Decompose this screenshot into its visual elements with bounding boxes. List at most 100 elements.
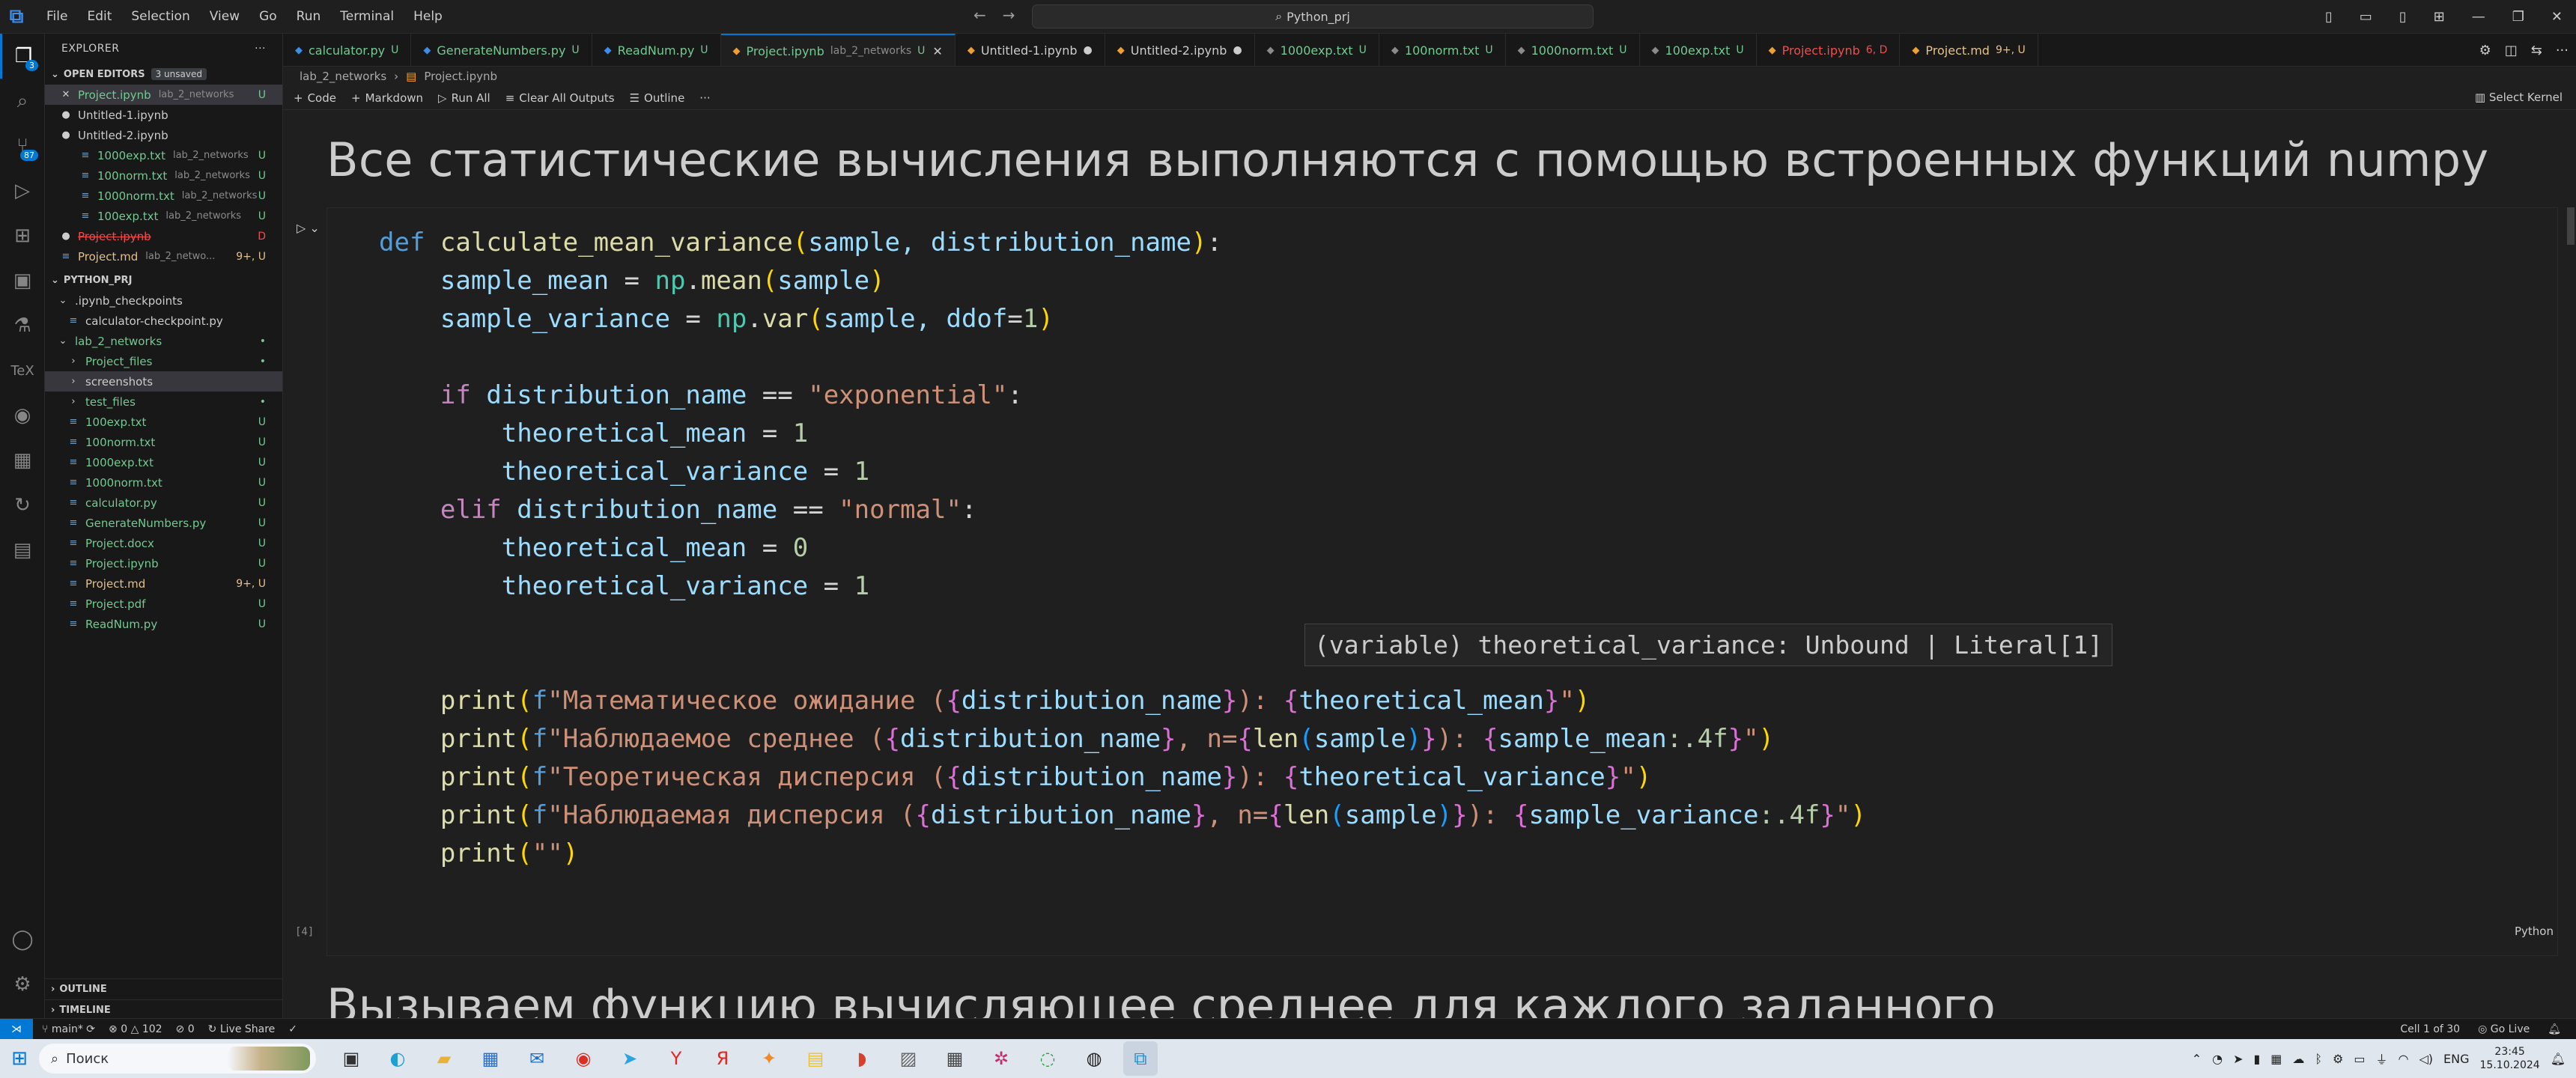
settings-gear-icon[interactable]: ⚙ [2479, 43, 2491, 58]
editor-scrollbar[interactable] [2566, 110, 2576, 1018]
editor-tab[interactable]: ◆ Untitled-1.ipynb ● [956, 34, 1105, 66]
tree-folder[interactable]: › Project_files • [45, 351, 282, 371]
ports-item[interactable]: ⊘ 0 [176, 1023, 195, 1035]
editor-tab[interactable]: ◆ 100norm.txt U [1379, 34, 1506, 66]
branch-item[interactable]: ⑂ main* ⟳ [42, 1023, 95, 1035]
tex-icon[interactable]: TeX [0, 348, 45, 393]
editor-tab[interactable]: ◆ 100exp.txt U [1640, 34, 1757, 66]
run-cell-icon[interactable]: ▷ ⌄ [297, 221, 320, 235]
outline-button[interactable]: ☰ Outline [630, 91, 685, 105]
problems-item[interactable]: ⊗ 0 △ 102 [109, 1023, 162, 1035]
chrome-icon[interactable]: ◉ [566, 1041, 601, 1076]
breadcrumb-file[interactable]: Project.ipynb [424, 70, 497, 83]
tray-settings-icon[interactable]: ⚙ [2333, 1052, 2343, 1066]
editor-tab[interactable]: ◆ 1000norm.txt U [1506, 34, 1640, 66]
tree-file[interactable]: ≡ 1000norm.txt U [45, 472, 282, 493]
testing-icon[interactable]: ⚗ [0, 303, 45, 348]
run-debug-icon[interactable]: ▷ [0, 168, 45, 213]
breadcrumb-folder[interactable]: lab_2_networks [300, 70, 386, 83]
menu-file[interactable]: File [39, 6, 75, 27]
account-icon[interactable]: ◯ [0, 917, 45, 962]
more-tabs-icon[interactable]: ··· [2556, 43, 2569, 58]
add-code-button[interactable]: + Code [294, 91, 336, 105]
cell-position[interactable]: Cell 1 of 30 [2400, 1023, 2460, 1035]
toggle-sidebar-icon[interactable]: ▯ [2312, 9, 2346, 25]
menu-go[interactable]: Go [252, 6, 285, 27]
explorer-icon[interactable]: ❐ 3 [0, 34, 45, 79]
outline-section[interactable]: › OUTLINE [45, 978, 283, 999]
file-explorer-icon[interactable]: ▰ [427, 1041, 461, 1076]
search-view-icon[interactable]: ⌕ [0, 79, 45, 124]
menu-edit[interactable]: Edit [79, 6, 119, 27]
refresh-app-icon[interactable]: ◌ [1030, 1041, 1065, 1076]
tray-grid-icon[interactable]: ▦ [2270, 1052, 2282, 1066]
timeline-section[interactable]: › TIMELINE [45, 999, 283, 1020]
open-editors-section[interactable]: ⌄ OPEN EDITORS 3 unsaved [45, 64, 282, 85]
tray-telegram-icon[interactable]: ➤ [2233, 1052, 2243, 1066]
forward-arrow-icon[interactable]: → [1003, 6, 1015, 24]
notification-bell-icon[interactable]: 🔔︎ [2551, 1052, 2566, 1066]
menu-terminal[interactable]: Terminal [332, 6, 401, 27]
compare-icon[interactable]: ⇆ [2531, 43, 2542, 58]
toggle-secondary-sidebar-icon[interactable]: ▯ [2386, 9, 2420, 25]
mail-app-icon[interactable]: ✦ [752, 1041, 786, 1076]
open-editor-item[interactable]: ≡ Project.md lab_2_netwo... 9+, U [45, 246, 282, 267]
tray-volume-icon[interactable]: ◁) [2419, 1052, 2433, 1066]
remote-explorer-icon[interactable]: ▣ [0, 258, 45, 303]
tree-file[interactable]: ≡ Project.pdf U [45, 594, 282, 614]
open-editor-item[interactable]: ≡ 1000norm.txt lab_2_networks U [45, 186, 282, 206]
check-icon[interactable]: ✓ [288, 1023, 297, 1035]
mail-icon[interactable]: ✉ [520, 1041, 554, 1076]
manage-gear-icon[interactable]: ⚙ [0, 962, 45, 1007]
code-block[interactable]: def calculate_mean_variance(sample, dist… [379, 224, 1866, 873]
add-markdown-button[interactable]: + Markdown [351, 91, 423, 105]
back-arrow-icon[interactable]: ← [973, 6, 986, 24]
open-editor-item[interactable]: ● Untitled-1.ipynb [45, 105, 282, 125]
yandex-icon[interactable]: Y [659, 1041, 693, 1076]
editor-tab[interactable]: ◆ Project.ipynb 6, D [1757, 34, 1901, 66]
command-search-box[interactable]: ⌕ Python_prj [1032, 4, 1594, 28]
notifications-icon[interactable]: 🔔︎ [2548, 1023, 2561, 1035]
taskbar-search[interactable]: ⌕ Поиск [39, 1044, 316, 1074]
tree-file[interactable]: ≡ calculator.py U [45, 493, 282, 513]
editor-tab[interactable]: ◆ calculator.py U [283, 34, 412, 66]
github-icon[interactable]: ◉ [0, 393, 45, 438]
tray-wifi-icon[interactable]: ◠ [2399, 1052, 2409, 1066]
cell-language[interactable]: Python [2515, 925, 2554, 938]
notes-icon[interactable]: ▤ [798, 1041, 833, 1076]
github-desktop-icon[interactable]: ◍ [1077, 1041, 1111, 1076]
toolbar-more-icon[interactable]: ··· [699, 91, 710, 105]
menu-view[interactable]: View [202, 6, 247, 27]
tray-battery-icon[interactable]: ▭ [2354, 1052, 2365, 1066]
menu-run[interactable]: Run [289, 6, 329, 27]
app-icon[interactable]: ◗ [845, 1041, 879, 1076]
split-editor-icon[interactable]: ◫ [2505, 43, 2518, 58]
tree-file[interactable]: ≡ Project.ipynb U [45, 553, 282, 573]
editor-tab[interactable]: ◆ 1000exp.txt U [1255, 34, 1379, 66]
open-editor-item[interactable]: ≡ 100norm.txt lab_2_networks U [45, 165, 282, 186]
markdown-cell-heading[interactable]: Все статистические вычисления выполняютс… [326, 133, 2488, 187]
markdown-cell-heading-2[interactable]: Вызываем функцию вычисляющее среднее для… [326, 978, 1996, 1018]
telegram-icon[interactable]: ➤ [613, 1041, 647, 1076]
tree-file[interactable]: ≡ Project.docx U [45, 533, 282, 553]
calculator-icon[interactable]: ▦ [938, 1041, 972, 1076]
minimize-icon[interactable]: — [2458, 9, 2499, 25]
tray-cloud-icon[interactable]: ☁ [2292, 1052, 2304, 1066]
task-view-icon[interactable]: ▣ [334, 1041, 368, 1076]
editor-tab[interactable]: ◆ Project.ipynb lab_2_networks U ✕ [720, 34, 956, 66]
toggle-panel-icon[interactable]: ▭ [2346, 9, 2386, 25]
select-kernel-button[interactable]: ▥ Select Kernel [2475, 91, 2563, 104]
tree-file[interactable]: ≡ calculator-checkpoint.py [45, 311, 282, 331]
clock[interactable]: 23:45 15.10.2024 [2480, 1045, 2540, 1072]
close-tab-icon[interactable]: ✕ [932, 44, 942, 58]
tray-network-icon[interactable]: ▮ [2253, 1052, 2260, 1066]
extensions-icon[interactable]: ⊞ [0, 213, 45, 258]
open-editor-item[interactable]: ● Untitled-2.ipynb [45, 125, 282, 145]
restore-icon[interactable]: ❐ [2499, 9, 2538, 25]
yandex-browser-icon[interactable]: Я [705, 1041, 740, 1076]
menu-selection[interactable]: Selection [124, 6, 197, 27]
edge-icon[interactable]: ◐ [380, 1041, 415, 1076]
tree-file[interactable]: ≡ Project.md 9+, U [45, 573, 282, 594]
editor-tab[interactable]: ◆ Project.md 9+, U [1900, 34, 2038, 66]
source-control-icon[interactable]: ⑂ 87 [0, 124, 45, 168]
